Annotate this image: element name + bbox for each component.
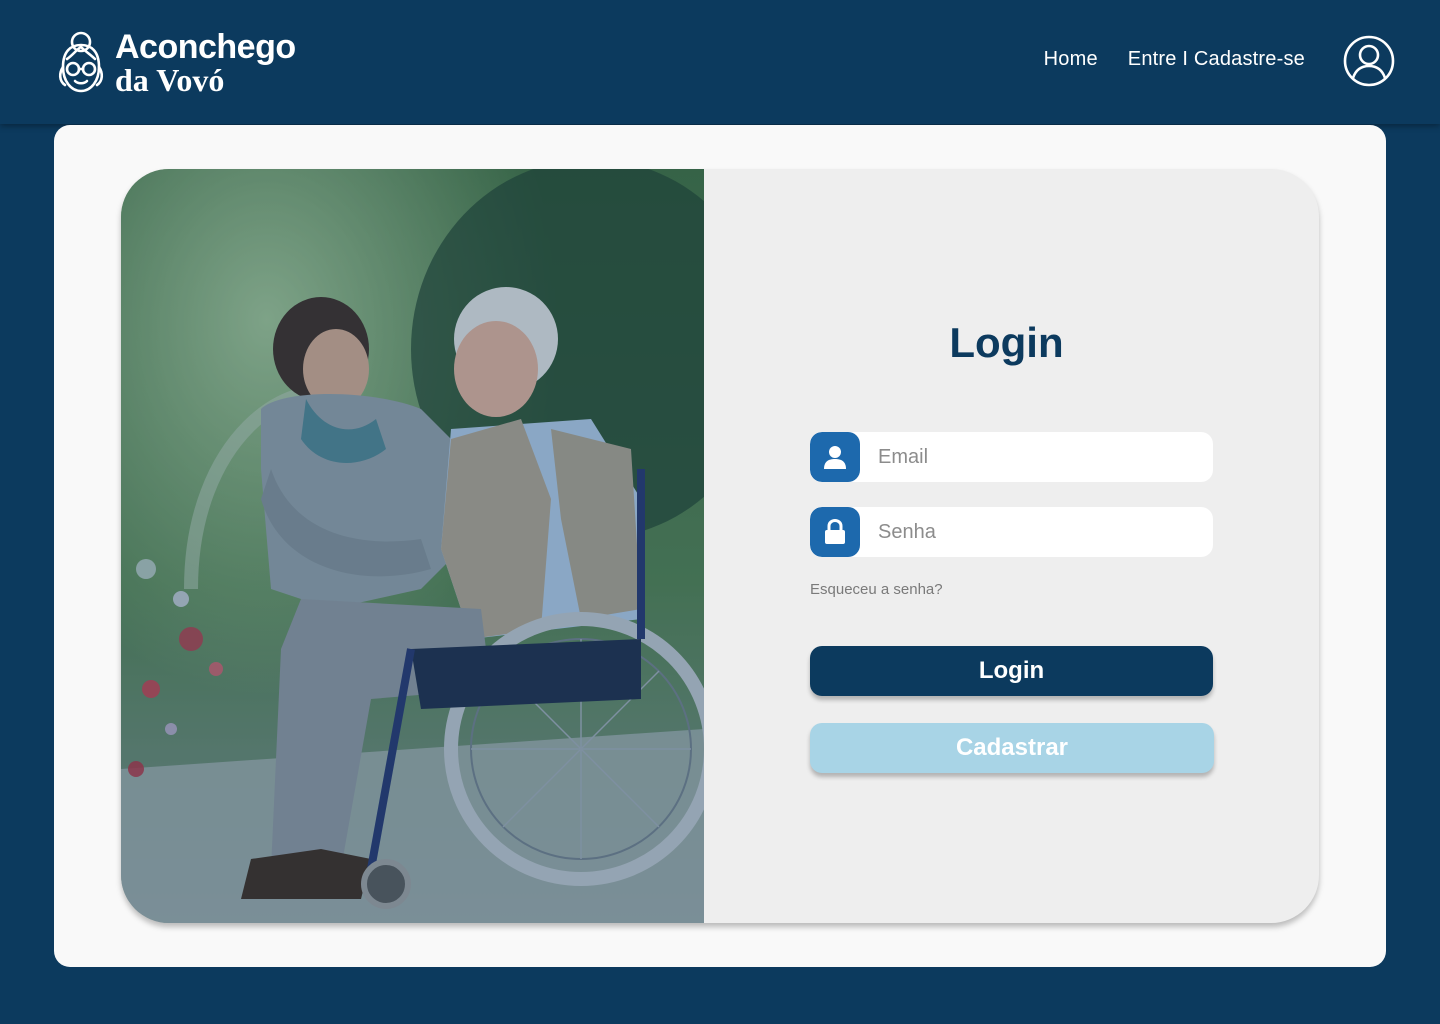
grandma-logo-icon [58, 31, 104, 93]
email-input[interactable] [860, 432, 1213, 482]
user-circle-icon[interactable] [1343, 35, 1395, 87]
forgot-password-link[interactable]: Esqueceu a senha? [810, 581, 943, 598]
login-title: Login [949, 319, 1064, 366]
brand-name: Aconchego da Vovó [115, 30, 296, 96]
password-field[interactable] [810, 507, 1213, 557]
login-panel: Login Esquece [121, 169, 1319, 923]
login-card: Login Esquece [54, 125, 1386, 967]
main-nav: Home Entre I Cadastre-se [1044, 48, 1305, 71]
email-field[interactable] [810, 432, 1213, 482]
nav-auth-link[interactable]: Entre I Cadastre-se [1128, 48, 1305, 71]
person-icon [810, 432, 860, 482]
brand-logo[interactable]: Aconchego da Vovó [55, 28, 296, 98]
brand-name-line2: da Vovó [115, 62, 225, 98]
register-button[interactable]: Cadastrar [810, 723, 1214, 773]
top-header: Aconchego da Vovó Home Entre I Cadastre-… [0, 0, 1440, 124]
login-form: Login Esquece [704, 169, 1319, 923]
lock-icon [810, 507, 860, 557]
caregiver-photo [121, 169, 704, 923]
nav-home-link[interactable]: Home [1044, 48, 1098, 71]
login-button[interactable]: Login [810, 646, 1213, 696]
brand-name-line1: Aconchego [115, 28, 296, 66]
caregiver-and-elder-illustration [121, 169, 704, 923]
password-input[interactable] [860, 507, 1213, 557]
